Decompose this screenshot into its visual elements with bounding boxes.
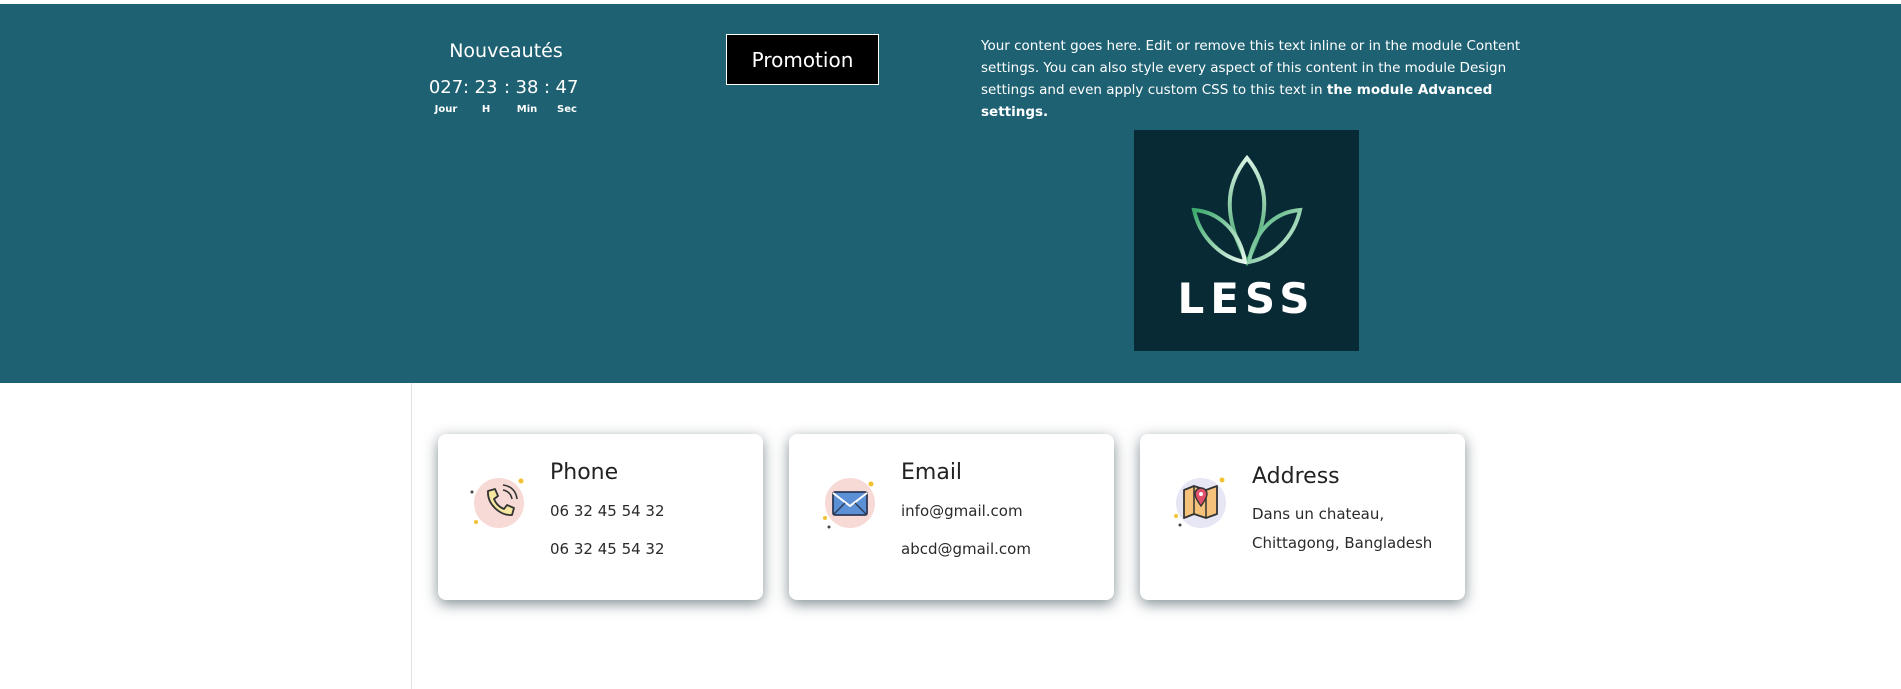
address-line-2: Chittagong, Bangladesh xyxy=(1252,534,1433,552)
countdown-seconds: 47 Sec xyxy=(547,76,587,115)
countdown-minutes-value: 38 xyxy=(515,77,539,98)
countdown-hours: 23 H xyxy=(466,76,506,115)
countdown-title: Nouveautés xyxy=(449,40,563,62)
phone-icon xyxy=(468,472,530,534)
card-title: Phone xyxy=(550,460,619,485)
countdown-seconds-label: Sec xyxy=(557,104,577,115)
contact-card-address: Address Dans un chateau, Chittagong, Ban… xyxy=(1140,434,1465,600)
countdown-minutes-label: Min xyxy=(516,104,538,115)
leaf-logo-icon xyxy=(1190,154,1303,267)
countdown-hours-label: H xyxy=(481,104,491,115)
email-icon xyxy=(819,472,881,534)
logo-wordmark: LESS xyxy=(1177,274,1316,323)
countdown-days-value: 027 xyxy=(428,77,464,98)
email-address-2[interactable]: abcd@gmail.com xyxy=(901,540,1031,558)
card-title: Address xyxy=(1252,464,1340,489)
countdown-minutes: 38 Min xyxy=(507,76,547,115)
countdown-seconds-value: 47 xyxy=(555,77,579,98)
hero-band xyxy=(0,4,1901,383)
map-icon xyxy=(1170,472,1232,534)
email-address-1[interactable]: info@gmail.com xyxy=(901,502,1023,520)
countdown-timer: 027 Jour : 23 H : 38 Min : 47 Sec xyxy=(426,76,586,120)
countdown-days: 027 Jour xyxy=(426,76,466,115)
phone-number-2[interactable]: 06 32 45 54 32 xyxy=(550,540,665,558)
countdown-hours-value: 23 xyxy=(474,77,498,98)
column-divider xyxy=(411,383,412,689)
address-line-1: Dans un chateau, xyxy=(1252,505,1385,523)
countdown-days-label: Jour xyxy=(434,104,458,115)
contact-card-email: Email info@gmail.com abcd@gmail.com xyxy=(789,434,1114,600)
promotion-button[interactable]: Promotion xyxy=(726,34,879,85)
less-logo: LESS xyxy=(1134,130,1359,351)
content-text: Your content goes here. Edit or remove t… xyxy=(981,35,1521,123)
contact-card-phone: Phone 06 32 45 54 32 06 32 45 54 32 xyxy=(438,434,763,600)
card-title: Email xyxy=(901,460,963,485)
phone-number-1[interactable]: 06 32 45 54 32 xyxy=(550,502,665,520)
